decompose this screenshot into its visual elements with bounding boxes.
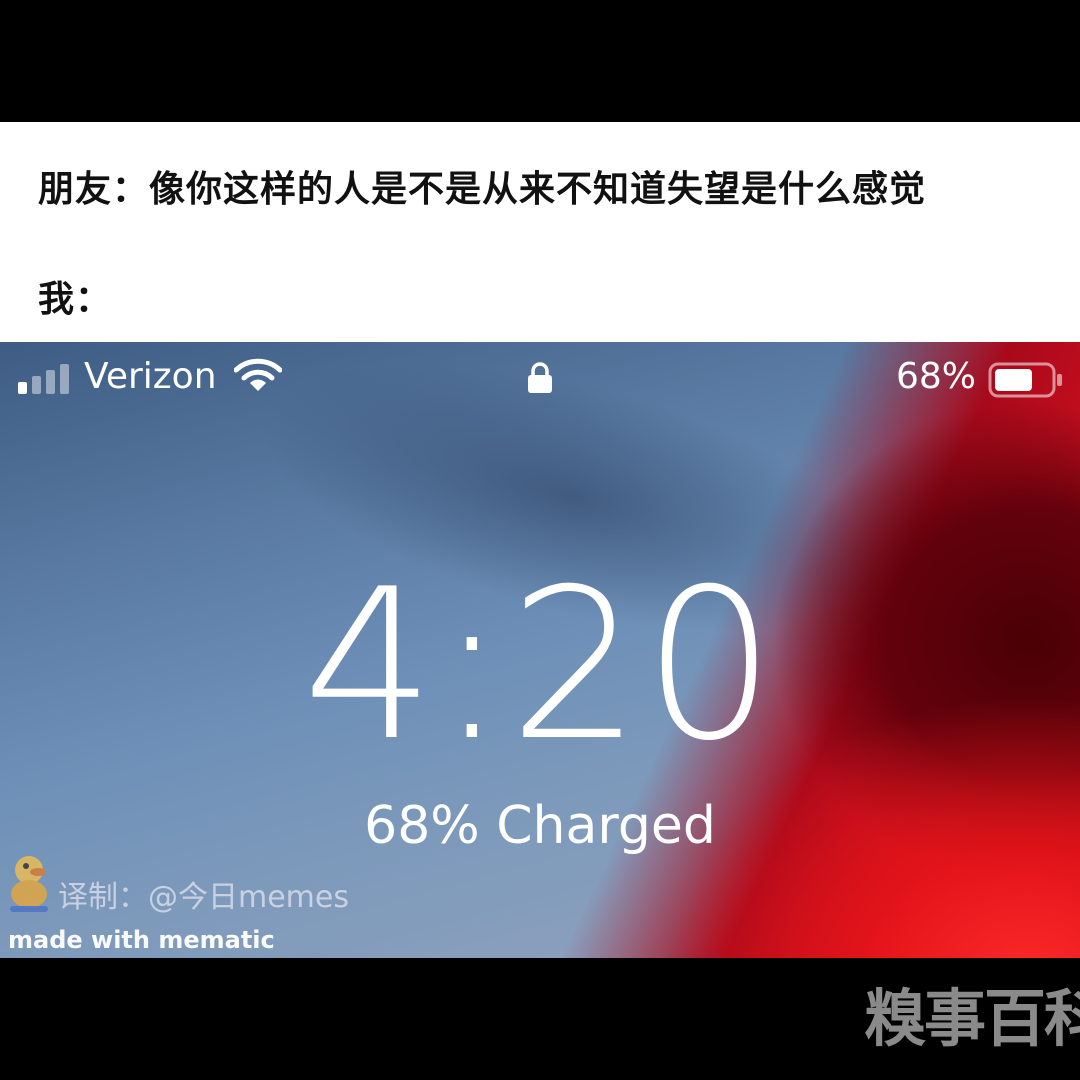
me-line: 我： <box>38 279 113 320</box>
battery-level-fill <box>995 369 1032 391</box>
lock-icon <box>528 362 552 393</box>
duck-mascot-icon <box>10 856 48 912</box>
battery-icon <box>988 362 1062 398</box>
carrier-name: Verizon <box>84 356 217 397</box>
translator-watermark: 译制：@今日memes <box>58 880 349 915</box>
mematic-watermark: made with mematic <box>8 926 275 954</box>
top-black-bar <box>0 0 1080 122</box>
lock-screen: Verizon 68% 4:20 68% Charged 译制：@今日memes… <box>0 342 1080 958</box>
brand-logo: 糗事百科 <box>864 982 1080 1055</box>
battery-percentage: 68% <box>896 356 977 397</box>
lock-screen-clock: 4:20 <box>302 545 778 787</box>
meme-caption: 朋友：像你这样的人是不是从来不知道失望是什么感觉 我： <box>0 122 1080 342</box>
signal-icon <box>18 364 69 394</box>
status-bar: Verizon 68% <box>0 342 1080 412</box>
charge-status: 68% Charged <box>364 796 716 856</box>
wifi-icon <box>234 358 282 391</box>
friend-line: 朋友：像你这样的人是不是从来不知道失望是什么感觉 <box>38 169 927 210</box>
